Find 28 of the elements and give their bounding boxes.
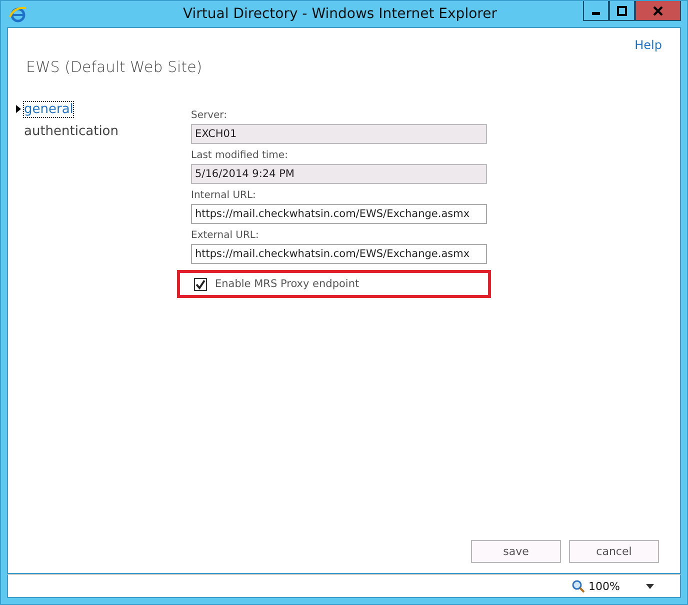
cancel-button[interactable]: cancel	[569, 540, 659, 563]
field-label: Server:	[191, 110, 228, 121]
field-label: External URL:	[191, 230, 260, 241]
dropdown-arrow-icon[interactable]	[646, 584, 654, 588]
field-label: Internal URL:	[191, 190, 257, 201]
zoom-icon	[572, 580, 585, 592]
maximize-button[interactable]	[609, 1, 635, 21]
close-button[interactable]	[635, 1, 681, 21]
minimize-icon	[592, 12, 600, 15]
window-title: Virtual Directory - Windows Internet Explorer	[183, 6, 497, 22]
text-field[interactable]: https://mail.checkwhatsin.com/EWS/Exchange.asmx	[191, 204, 487, 224]
maximize-icon	[617, 6, 627, 16]
text-field[interactable]: 5/16/2014 9:24 PM	[191, 164, 487, 184]
mrs-proxy-checkbox[interactable]: Enable MRS Proxy endpoint	[194, 278, 360, 290]
field-label: Last modified time:	[191, 150, 289, 161]
zoom-level[interactable]: 100%	[588, 580, 620, 592]
text-field[interactable]: EXCH01	[191, 124, 487, 144]
help-link[interactable]: Help	[634, 38, 662, 52]
browser-logo-icon	[9, 5, 27, 23]
save-button[interactable]: save	[471, 540, 561, 563]
close-icon	[653, 6, 663, 16]
caret-icon	[16, 105, 21, 113]
checkmark-icon	[195, 278, 206, 290]
nav-item[interactable]: authentication	[24, 124, 119, 138]
text-field[interactable]: https://mail.checkwhatsin.com/EWS/Exchange.asmx	[191, 244, 487, 264]
minimize-button[interactable]	[583, 1, 609, 21]
nav-item[interactable]: general	[24, 102, 74, 116]
page-heading: EWS (Default Web Site)	[26, 58, 204, 76]
